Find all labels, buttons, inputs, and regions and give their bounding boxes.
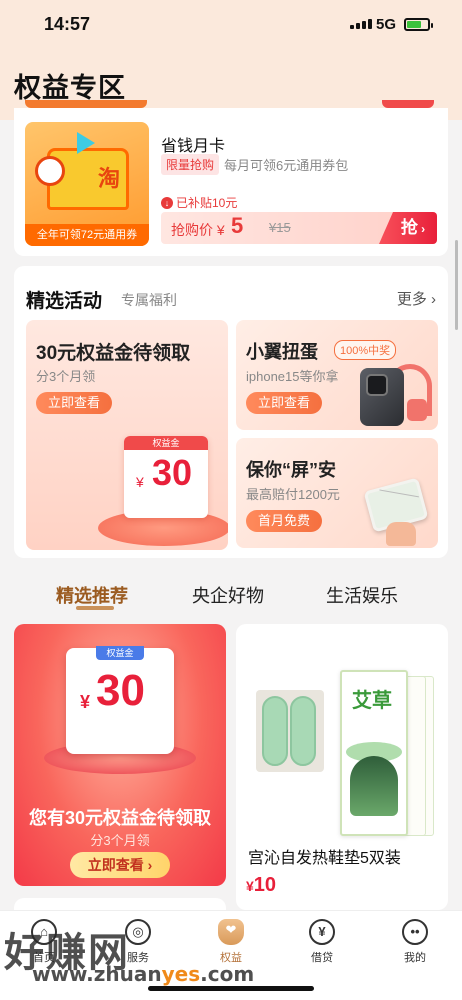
price-bar[interactable]: 抢购价 ¥ 5 ¥15 抢 › <box>161 212 437 244</box>
monthly-card[interactable]: 全年可领72元通用券 省钱月卡 限量抢购 每月可领6元通用券包 ↓ 已补贴10元… <box>14 108 448 256</box>
price-currency: ¥ <box>216 222 225 238</box>
section-title: 精选活动 <box>26 291 103 312</box>
first-month-free-button[interactable]: 首月免费 <box>246 510 323 532</box>
signal-icon <box>350 19 372 29</box>
phone-icon <box>360 368 404 426</box>
activity-card-screen[interactable]: 保你“屏”安 最高赔付1200元 首月免费 <box>236 438 438 548</box>
price-label-text: 抢购价 <box>171 222 213 238</box>
benefits-icon: ❤ <box>218 919 244 945</box>
view-now-button[interactable]: 立即查看 <box>246 392 323 414</box>
watermark-url-prefix: www.zhuan <box>32 962 162 986</box>
prev-card-edge <box>25 100 147 108</box>
promo-subtitle: 分3个月领 <box>90 833 150 848</box>
network-type: 5G <box>376 16 397 33</box>
status-bar: 14:57 5G <box>0 14 462 38</box>
package-main-image: 艾草 <box>340 670 408 836</box>
coupon-value: 30 <box>96 666 145 715</box>
coupon-graphic: 权益金 ¥ 30 <box>66 646 174 754</box>
watermark-url: www.zhuanyes.com <box>32 962 254 986</box>
insole-image <box>256 690 324 772</box>
figure-illustration <box>350 756 398 816</box>
tabbar-profile[interactable]: •• 我的 <box>375 919 455 965</box>
more-link[interactable]: 更多 › <box>397 288 436 309</box>
product-price: ¥10 <box>246 874 276 897</box>
price-currency: ¥ <box>246 878 254 894</box>
package-logo: 艾草 <box>352 690 392 712</box>
grab-button-label: 抢 <box>400 218 418 237</box>
subsidy-text: 已补贴10元 <box>176 196 238 210</box>
activity-card-gacha[interactable]: 小翼扭蛋 100%中奖 iphone15等你拿 立即查看 <box>236 320 438 430</box>
product-name: 宫沁自发热鞋垫5双装 <box>248 850 401 867</box>
coupon-label: 权益金 <box>96 646 144 660</box>
coupon-value: 30 <box>152 452 193 493</box>
monthly-card-image: 全年可领72元通用券 <box>25 122 149 246</box>
coupon-graphic: 权益金 ¥ 30 <box>124 436 208 518</box>
original-price: ¥15 <box>269 220 291 235</box>
monthly-card-desc: 每月可领6元通用券包 <box>224 158 349 173</box>
tab-lifestyle[interactable]: 生活娱乐 <box>326 582 398 608</box>
activity-subtitle: 最高赔付1200元 <box>246 487 340 502</box>
profile-icon: •• <box>402 919 428 945</box>
tabbar-benefits[interactable]: ❤ 权益 <box>191 919 271 965</box>
watermark-url-accent: yes <box>161 962 201 986</box>
prev-card-button-edge <box>382 100 434 108</box>
tabbar-label: 借贷 <box>311 952 333 964</box>
view-now-button[interactable]: 立即查看 <box>36 392 113 414</box>
watermark-url-suffix: .com <box>200 962 255 986</box>
tab-indicator <box>76 606 114 610</box>
insole-icon <box>262 696 288 766</box>
promo-card[interactable]: 权益金 ¥ 30 您有30元权益金待领取 分3个月领 立即查看 › <box>14 624 226 886</box>
image-caption: 全年可领72元通用券 <box>25 224 149 246</box>
grab-button[interactable]: 抢 › <box>379 212 437 244</box>
insole-icon <box>290 696 316 766</box>
activity-subtitle: iphone15等你拿 <box>246 369 339 384</box>
price-value: 10 <box>253 874 277 896</box>
activity-title: 30元权益金待领取 <box>36 343 191 364</box>
price-value: 5 <box>231 213 244 238</box>
coupon-currency: ¥ <box>80 692 91 712</box>
down-arrow-icon: ↓ <box>161 196 173 209</box>
status-time: 14:57 <box>44 14 91 34</box>
activities-section: 精选活动 专属福利 更多 › 30元权益金待领取 分3个月领 立即查看 权益金 … <box>14 266 448 558</box>
coupon-currency: ¥ <box>136 474 144 490</box>
section-subtitle: 专属福利 <box>121 292 177 308</box>
limited-tag: 限量抢购 <box>161 154 220 175</box>
loan-icon: ¥ <box>309 919 335 945</box>
category-tabs: 精选推荐 央企好物 生活娱乐 <box>0 572 462 612</box>
product-card[interactable]: 艾草 宫沁自发热鞋垫5双装 ¥10 <box>236 624 448 910</box>
activity-title: 保你“屏”安 <box>246 460 336 480</box>
monthly-card-title: 省钱月卡 <box>161 138 226 155</box>
tabbar-loan[interactable]: ¥ 借贷 <box>282 919 362 965</box>
scrollbar[interactable] <box>455 240 458 330</box>
hand-icon <box>386 522 416 546</box>
subsidy-note: ↓ 已补贴10元 <box>161 194 237 211</box>
tab-featured[interactable]: 精选推荐 <box>56 582 128 608</box>
tabbar-label: 我的 <box>404 952 426 964</box>
promo-title: 您有30元权益金待领取 <box>28 808 212 828</box>
tab-soe-goods[interactable]: 央企好物 <box>192 582 264 608</box>
chevron-right-icon: › <box>417 222 426 236</box>
prize-badge: 100%中奖 <box>334 340 397 360</box>
activity-title: 小翼扭蛋 <box>246 342 318 362</box>
chevron-right-icon: › <box>426 291 436 308</box>
activity-subtitle: 分3个月领 <box>36 369 96 384</box>
battery-icon <box>404 18 433 31</box>
coupon-label: 权益金 <box>124 436 208 450</box>
view-now-button[interactable]: 立即查看 › <box>70 852 170 878</box>
home-indicator <box>148 986 314 991</box>
more-label: 更多 <box>396 291 427 308</box>
play-icon <box>77 132 95 154</box>
price-label: 抢购价 ¥ <box>171 220 225 240</box>
mascot-icon <box>35 156 65 186</box>
activity-card-benefit[interactable]: 30元权益金待领取 分3个月领 立即查看 权益金 ¥ 30 <box>26 320 228 550</box>
